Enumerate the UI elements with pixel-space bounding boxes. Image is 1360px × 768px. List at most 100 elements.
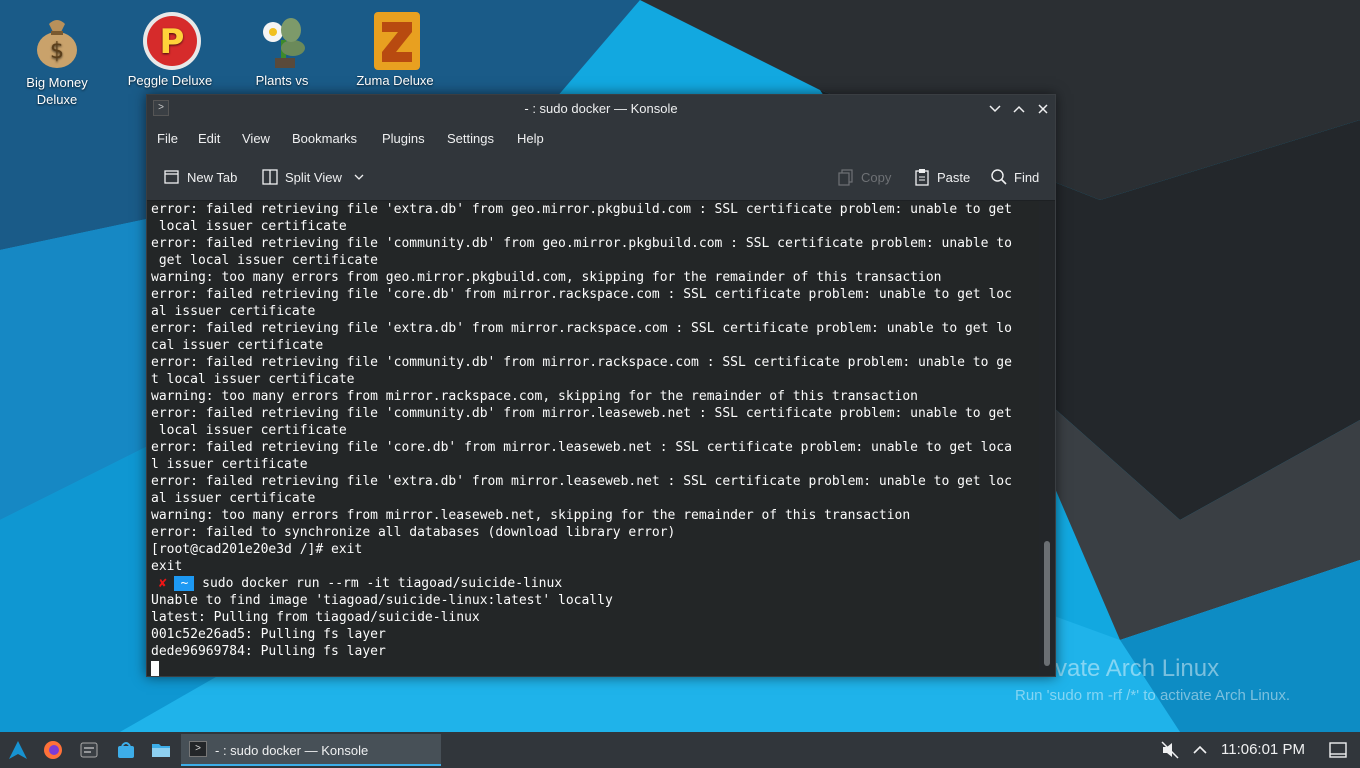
text-cursor: [151, 660, 159, 676]
terminal-line: warning: too many errors from mirror.lea…: [151, 508, 911, 523]
terminal-line: local issuer certificate: [151, 219, 347, 234]
terminal-line: error: failed retrieving file 'extra.db'…: [151, 474, 1012, 489]
activation-watermark: Activate Arch Linux Run 'sudo rm -rf /*'…: [1015, 655, 1290, 704]
menu-edit[interactable]: Edit: [198, 131, 220, 146]
paste-button[interactable]: Paste: [913, 167, 970, 187]
minimize-button[interactable]: [986, 100, 1004, 118]
menu-bookmarks[interactable]: Bookmarks: [292, 131, 357, 146]
discover-store-icon[interactable]: [116, 740, 136, 760]
plants-vs-zombies-icon: [253, 10, 311, 68]
terminal-line: cal issuer certificate: [151, 338, 324, 353]
menu-bar: File Edit View Bookmarks Plugins Setting…: [147, 123, 1055, 153]
volume-muted-icon[interactable]: [1160, 740, 1180, 760]
terminal-output[interactable]: error: failed retrieving file 'extra.db'…: [147, 201, 1039, 676]
terminal-line: error: failed to synchronize all databas…: [151, 525, 676, 540]
window-title: - : sudo docker — Konsole: [524, 101, 678, 116]
desktop-icon-label: Big Money: [26, 75, 88, 90]
terminal-line: warning: too many errors from geo.mirror…: [151, 270, 942, 285]
split-view-button[interactable]: Split View: [261, 167, 366, 187]
desktop-icon-plants-vs[interactable]: Plants vs: [232, 10, 332, 89]
find-label: Find: [1014, 169, 1040, 185]
close-button[interactable]: [1034, 100, 1052, 118]
terminal-line: error: failed retrieving file 'core.db' …: [151, 287, 1012, 302]
terminal-line: dede96969784: Pulling fs layer: [151, 644, 386, 659]
terminal-line: al issuer certificate: [151, 304, 316, 319]
peggle-icon: P: [141, 10, 201, 70]
terminal-line: Unable to find image 'tiagoad/suicide-li…: [151, 593, 613, 608]
menu-plugins[interactable]: Plugins: [382, 131, 425, 146]
scrollbar-thumb[interactable]: [1044, 541, 1050, 666]
terminal-line: get local issuer certificate: [151, 253, 378, 268]
menu-file[interactable]: File: [157, 131, 178, 146]
paste-icon: [915, 169, 929, 186]
taskbar-task-konsole[interactable]: > - : sudo docker — Konsole: [181, 734, 441, 766]
menu-settings[interactable]: Settings: [447, 131, 494, 146]
terminal-line: l issuer certificate: [151, 457, 308, 472]
watermark-subtitle: Run 'sudo rm -rf /*' to activate Arch Li…: [1015, 687, 1291, 704]
terminal-line: error: failed retrieving file 'extra.db'…: [151, 202, 1012, 217]
new-tab-icon: [164, 170, 179, 184]
svg-text:$: $: [50, 39, 64, 64]
desktop-icon-label: Zuma Deluxe: [356, 73, 434, 88]
chevron-down-icon: [989, 105, 1001, 113]
new-tab-label: New Tab: [187, 169, 238, 185]
copy-label: Copy: [861, 169, 892, 185]
desktop-icon-zuma[interactable]: Zuma Deluxe: [345, 10, 445, 89]
show-hidden-icons-chevron-up-icon[interactable]: [1190, 740, 1210, 760]
terminal-lines: error: failed retrieving file 'extra.db'…: [151, 201, 1012, 676]
terminal-line: [root@cad201e20e3d /]# exit: [151, 542, 363, 557]
search-icon: [991, 169, 1007, 185]
terminal-line: exit: [151, 559, 183, 574]
desktop: $ Big Money Deluxe P Peggle Deluxe Plant…: [0, 0, 1360, 732]
clock[interactable]: 11:06:01 PM: [1221, 741, 1305, 758]
svg-text:P: P: [160, 22, 185, 62]
watermark-title: Activate Arch Linux: [1015, 655, 1220, 682]
title-bar[interactable]: > - : sudo docker — Konsole: [147, 95, 1055, 123]
zuma-icon: [366, 10, 424, 70]
chevron-down-icon[interactable]: [352, 170, 366, 184]
terminal-line: al issuer certificate: [151, 491, 316, 506]
system-settings-icon[interactable]: [79, 740, 99, 760]
terminal-line: warning: too many errors from mirror.rac…: [151, 389, 919, 404]
split-view-icon: [262, 169, 278, 185]
konsole-icon: >: [189, 741, 207, 757]
arch-launcher-icon[interactable]: [8, 740, 28, 760]
terminal-line: error: failed retrieving file 'community…: [151, 236, 1012, 251]
prompt-error-icon: ✘: [158, 576, 167, 591]
toolbar: New Tab Split View Copy Paste Find: [147, 153, 1055, 201]
copy-icon: [838, 169, 853, 186]
chevron-up-icon: [1013, 105, 1025, 113]
desktop-icon-label: Peggle Deluxe: [127, 73, 213, 88]
split-view-label: Split View: [285, 169, 342, 185]
terminal-line: latest: Pulling from tiagoad/suicide-lin…: [151, 610, 480, 625]
paste-label: Paste: [937, 169, 971, 185]
taskbar: > - : sudo docker — Konsole 11:06:01 PM: [0, 732, 1360, 768]
find-button[interactable]: Find: [990, 167, 1039, 187]
shell-prompt-line: ✘ ~ sudo docker run --rm -it tiagoad/sui…: [151, 575, 1012, 592]
terminal-line: error: failed retrieving file 'core.db' …: [151, 440, 1012, 455]
terminal-line: 001c52e26ad5: Pulling fs layer: [151, 627, 386, 642]
prompt-command: sudo docker run --rm -it tiagoad/suicide…: [202, 576, 563, 591]
task-label: - : sudo docker — Konsole: [215, 743, 369, 758]
terminal-line: error: failed retrieving file 'extra.db'…: [151, 321, 1012, 336]
menu-help[interactable]: Help: [517, 131, 544, 146]
desktop-icon-label: Deluxe: [36, 92, 78, 107]
new-tab-button[interactable]: New Tab: [163, 167, 237, 187]
desktop-icon-big-money[interactable]: $ Big Money Deluxe: [7, 12, 107, 108]
terminal-line: local issuer certificate: [151, 423, 347, 438]
close-icon: [1038, 104, 1048, 114]
desktop-icon-label: Plants vs: [255, 73, 309, 88]
terminal-scrollbar[interactable]: [1039, 201, 1055, 676]
desktop-icon-peggle[interactable]: P Peggle Deluxe: [120, 10, 220, 89]
money-bag-icon: $: [28, 12, 86, 70]
terminal-line: error: failed retrieving file 'community…: [151, 355, 1012, 370]
maximize-button[interactable]: [1010, 100, 1028, 118]
menu-view[interactable]: View: [242, 131, 270, 146]
prompt-directory: ~: [174, 576, 195, 591]
terminal-line: error: failed retrieving file 'community…: [151, 406, 1012, 421]
cursor-line: [151, 660, 1012, 676]
copy-button[interactable]: Copy: [837, 167, 891, 187]
firefox-icon[interactable]: [43, 740, 63, 760]
file-manager-icon[interactable]: [151, 740, 171, 760]
show-desktop-icon[interactable]: [1328, 740, 1348, 760]
